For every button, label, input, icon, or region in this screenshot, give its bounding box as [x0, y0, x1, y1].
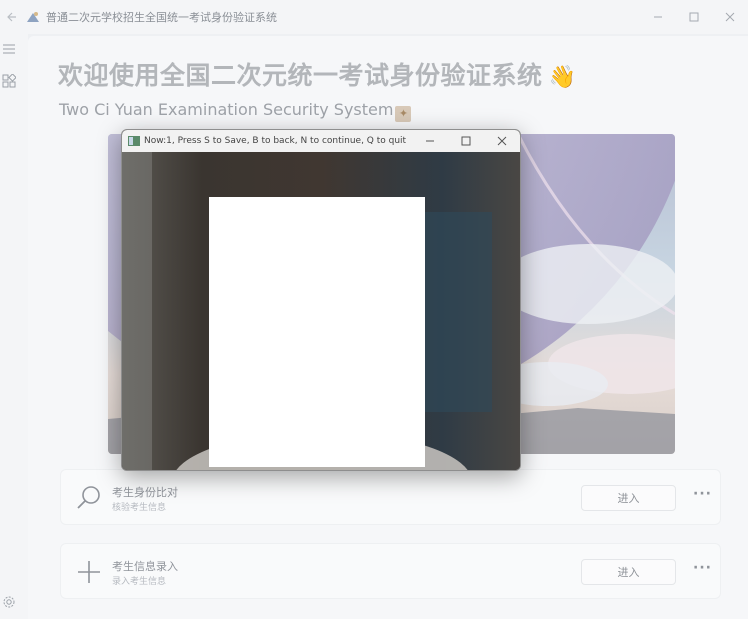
settings-gear-icon[interactable] — [2, 595, 16, 609]
page-subtitle: Two Ci Yuan Examination Security System ✦ — [59, 100, 412, 122]
home-grid-icon[interactable] — [2, 74, 16, 88]
camera-maximize-button[interactable] — [448, 130, 484, 152]
maximize-button[interactable] — [676, 0, 712, 34]
page-title: 欢迎使用全国二次元统一考试身份验证系统 👋 — [58, 56, 576, 92]
camera-capture-window[interactable]: Now:1, Press S to Save, B to back, N to … — [121, 129, 521, 471]
more-options-button[interactable]: ··· — [693, 560, 712, 576]
card-subtitle: 核验考生信息 — [112, 503, 167, 513]
camera-feed — [122, 152, 520, 470]
waving-hand-icon: 👋 — [548, 65, 577, 90]
window-title: 普通二次元学校招生全国统一考试身份验证系统 — [46, 11, 277, 24]
card-info-entry: 考生信息录入 录入考生信息 进入 ··· — [60, 543, 721, 599]
more-options-button[interactable]: ··· — [693, 486, 712, 502]
search-icon — [77, 486, 100, 509]
face-privacy-mask — [209, 197, 425, 467]
minimize-button[interactable] — [640, 0, 676, 34]
nav-rail — [0, 34, 28, 619]
page-title-text: 欢迎使用全国二次元统一考试身份验证系统 — [58, 61, 543, 90]
page-subtitle-text: Two Ci Yuan Examination Security System — [59, 100, 394, 119]
card-identity-compare: 考生身份比对 核验考生信息 进入 ··· — [60, 469, 721, 525]
app-logo-icon — [27, 12, 39, 22]
camera-minimize-button[interactable] — [412, 130, 448, 152]
sparkle-icon: ✦ — [395, 106, 412, 122]
camera-window-titlebar[interactable]: Now:1, Press S to Save, B to back, N to … — [122, 130, 520, 152]
card-subtitle: 录入考生信息 — [112, 577, 167, 587]
menu-icon[interactable] — [2, 42, 16, 56]
enter-button[interactable]: 进入 — [581, 485, 676, 511]
camera-window-title: Now:1, Press S to Save, B to back, N to … — [144, 136, 407, 146]
card-title: 考生身份比对 — [112, 486, 178, 499]
plus-icon — [78, 561, 100, 583]
camera-window-icon — [128, 136, 140, 146]
close-button[interactable] — [712, 0, 748, 34]
camera-close-button[interactable] — [484, 130, 520, 152]
main-titlebar: 普通二次元学校招生全国统一考试身份验证系统 — [0, 0, 748, 34]
card-title: 考生信息录入 — [112, 560, 178, 573]
enter-button[interactable]: 进入 — [581, 559, 676, 585]
back-arrow-icon[interactable] — [0, 0, 22, 34]
